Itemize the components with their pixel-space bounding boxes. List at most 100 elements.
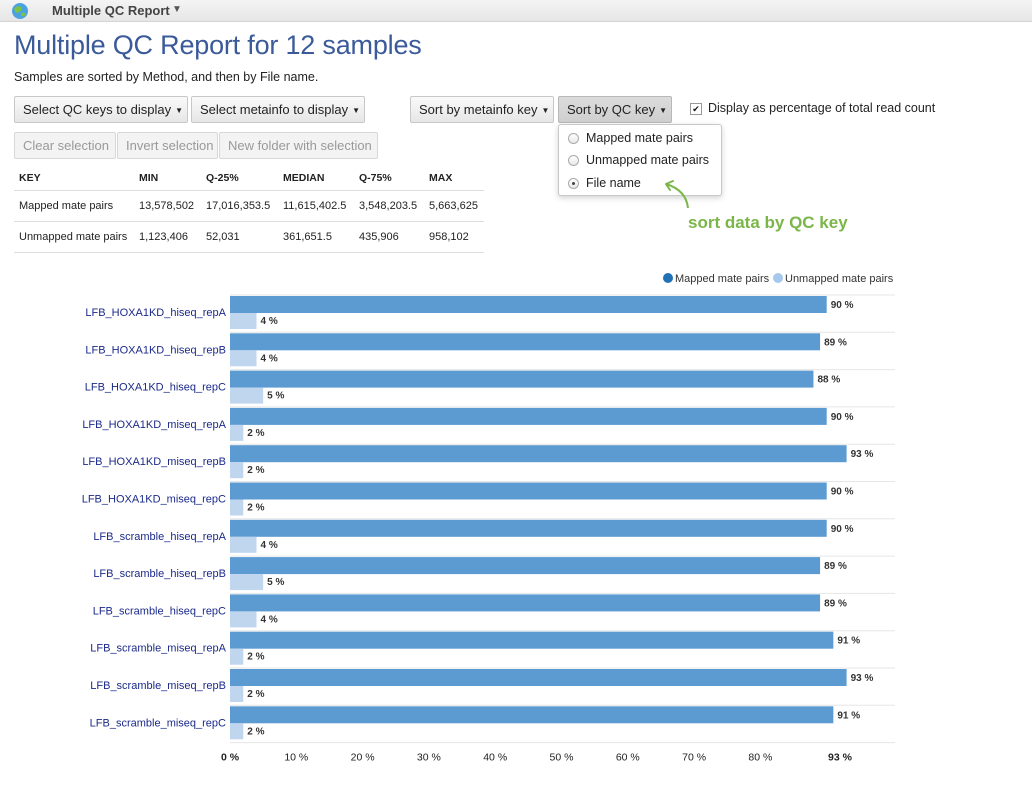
app-logo-icon[interactable] [11,2,29,20]
x-tick-label: 93 % [828,752,853,764]
x-tick-label: 0 % [221,752,240,764]
table-cell: 11,615,402.5 [278,190,354,222]
x-tick-label: 20 % [351,752,375,764]
table-cell: 958,102 [424,221,484,253]
category-label: LFB_HOXA1KD_hiseq_repA [85,307,226,319]
table-cell: 52,031 [201,221,278,253]
sort-by-qc-key-menu: Mapped mate pairs Unmapped mate pairs Fi… [558,124,722,196]
chevron-down-icon[interactable]: ▼ [172,4,182,15]
annotation-text: sort data by QC key [688,213,848,232]
page-subtitle: Samples are sorted by Method, and then b… [14,70,319,84]
category-label: LFB_scramble_miseq_repA [90,643,226,655]
data-label: 93 % [851,449,874,460]
legend-label: Mapped mate pairs [675,273,770,285]
display-percentage-checkbox[interactable]: ✔ [690,103,702,115]
data-label: 2 % [247,652,264,663]
column-header: Q-75% [354,166,424,191]
sort-option-label: Mapped mate pairs [586,131,694,145]
data-label: 90 % [831,524,854,535]
app-title[interactable]: Multiple QC Report [52,3,170,18]
data-label: 4 % [261,540,278,551]
page-title: Multiple QC Report for 12 samples [14,30,422,60]
data-label: 91 % [837,710,860,721]
bar-unmapped [230,723,244,740]
table-row: Unmapped mate pairs 1,123,406 52,031 361… [14,221,484,253]
category-label: LFB_HOXA1KD_miseq_repC [82,494,226,506]
sort-by-metainfo-label: Sort by metainfo key [419,102,538,117]
data-label: 4 % [261,316,278,327]
data-label: 2 % [247,689,264,700]
category-label: LFB_scramble_hiseq_repC [93,605,226,617]
table-cell: 17,016,353.5 [201,190,278,222]
sort-by-metainfo-button[interactable]: Sort by metainfo key ▼ [410,96,554,123]
app-header: Multiple QC Report ▼ [0,0,1032,22]
category-label: LFB_scramble_miseq_repB [90,680,226,692]
data-label: 88 % [817,375,840,386]
invert-selection-button[interactable]: Invert selection [117,132,218,159]
qc-stats-table: KEY MIN Q-25% MEDIAN Q-75% MAX Mapped ma… [14,166,484,253]
x-tick-label: 50 % [550,752,574,764]
qc-bar-chart: Mapped mate pairs Unmapped mate pairs LFB_… [82,273,895,764]
column-header: KEY [14,166,134,191]
table-cell: 435,906 [354,221,424,253]
bar-unmapped [230,313,257,329]
data-label: 4 % [261,614,278,625]
data-label: 4 % [261,353,278,364]
invert-selection-label: Invert selection [126,138,214,153]
radio-button[interactable] [568,133,579,144]
x-tick-label: 40 % [483,752,507,764]
bar-mapped [230,706,834,724]
new-folder-button[interactable]: New folder with selection [219,132,378,159]
bar-mapped [230,407,827,425]
bar-mapped [230,370,814,388]
chevron-down-icon: ▼ [541,106,550,115]
data-label: 2 % [247,428,264,439]
bar-unmapped [230,462,244,479]
select-metainfo-button[interactable]: Select metainfo to display ▼ [191,96,365,123]
bar-mapped [230,594,821,612]
data-label: 5 % [267,577,284,588]
bar-mapped [230,482,827,500]
data-label: 89 % [824,337,847,348]
bar-unmapped [230,387,264,404]
select-qc-keys-button[interactable]: Select QC keys to display ▼ [14,96,188,123]
legend-label: Unmapped mate pairs [785,273,894,285]
bar-unmapped [230,611,257,628]
bar-unmapped [230,350,257,367]
radio-button[interactable] [568,155,579,166]
bar-unmapped [230,424,244,441]
data-label: 2 % [247,726,264,737]
bar-mapped [230,333,821,351]
bar-mapped [230,669,847,686]
sort-option-label: File name [586,176,641,190]
data-label: 91 % [837,636,860,647]
x-tick-label: 30 % [417,752,441,764]
bar-unmapped [230,536,257,553]
chevron-down-icon: ▼ [659,106,668,115]
table-cell: Mapped mate pairs [14,190,134,222]
table-cell: Unmapped mate pairs [14,221,134,253]
category-label: LFB_scramble_hiseq_repA [93,531,226,543]
bar-unmapped [230,686,244,702]
annotation-arrow-icon [665,180,689,209]
bar-mapped [230,296,827,313]
sort-by-qc-key-button[interactable]: Sort by QC key ▼ [558,96,672,123]
category-label: LFB_HOXA1KD_miseq_repA [82,419,226,431]
clear-selection-label: Clear selection [23,138,109,153]
sort-by-qc-key-label: Sort by QC key [567,102,656,117]
select-qc-keys-label: Select QC keys to display [23,102,172,117]
column-header: MEDIAN [278,166,354,191]
data-label: 2 % [247,503,264,514]
chevron-down-icon: ▼ [175,106,184,115]
bar-mapped [230,557,821,575]
legend-marker-icon [663,273,673,283]
radio-button[interactable] [568,178,579,189]
clear-selection-button[interactable]: Clear selection [14,132,116,159]
column-header: Q-25% [201,166,278,191]
new-folder-label: New folder with selection [228,138,372,153]
data-label: 90 % [831,487,854,498]
data-label: 90 % [831,412,854,423]
bar-mapped [230,445,847,463]
category-label: LFB_HOXA1KD_miseq_repB [82,456,226,468]
legend-marker-icon [773,273,783,283]
